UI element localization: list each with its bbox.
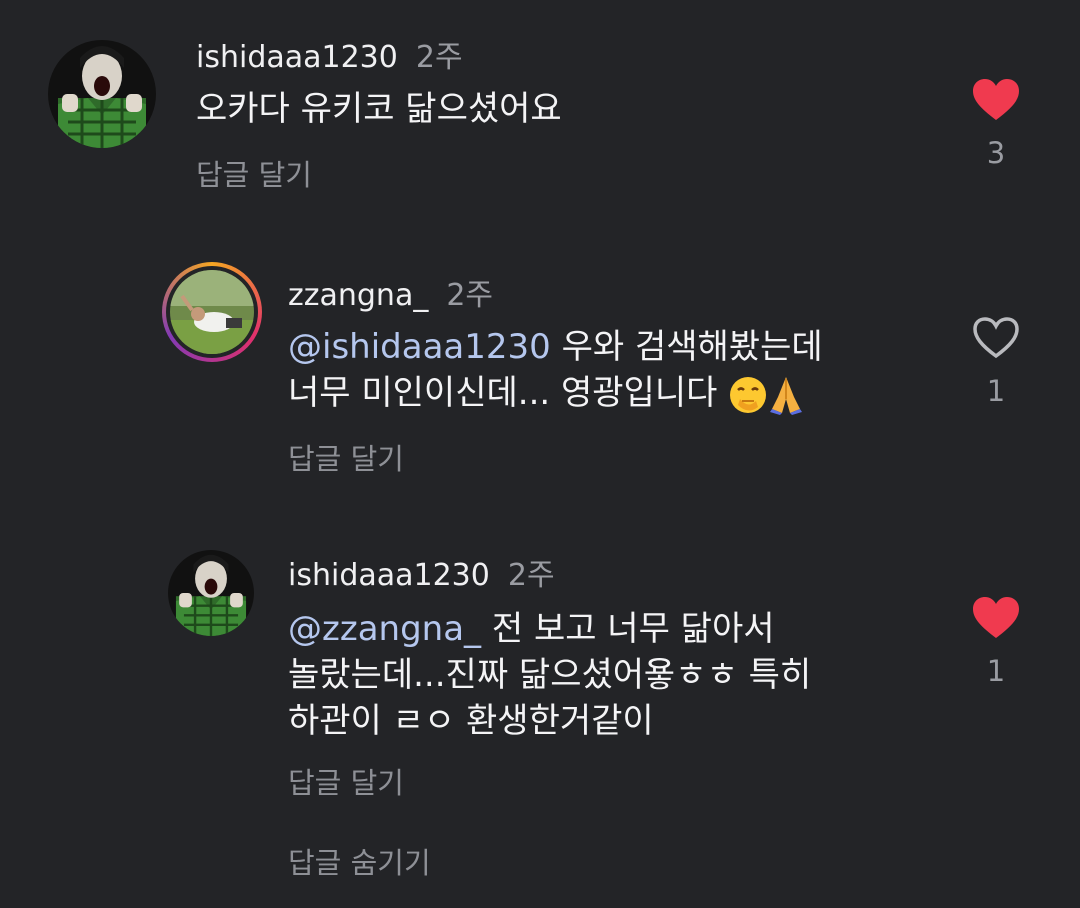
like-count: 3 xyxy=(986,136,1006,170)
photo-avatar-image xyxy=(170,270,254,354)
comment: ishidaaa1230 2주 오카다 유키코 닮으셨어요 답글 달기 3 xyxy=(0,0,1080,200)
comment-text-line: 놀랐는데...진짜 닮으셨어욯ㅎㅎ 특히 xyxy=(288,655,812,695)
timestamp: 2주 xyxy=(446,278,494,313)
reply-button[interactable]: 답글 달기 xyxy=(288,436,404,478)
timestamp: 2주 xyxy=(507,558,555,593)
like-count: 1 xyxy=(986,374,1006,408)
face-with-hand-over-mouth-emoji xyxy=(730,376,767,413)
heart-outline-icon[interactable] xyxy=(972,316,1020,360)
comment-text-line: 오카다 유키코 닮으셨어요 xyxy=(196,89,562,129)
heart-filled-icon[interactable] xyxy=(972,78,1020,122)
avatar[interactable] xyxy=(48,40,156,148)
comment-text: @zzangna_ 전 보고 너무 닮아서 놀랐는데...진짜 닮으셨어욯ㅎㅎ … xyxy=(288,606,811,744)
avatar[interactable] xyxy=(162,262,262,362)
comment-text: @ishidaaa1230 우와 검색해봤는데 너무 미인이신데... 영광입니… xyxy=(288,324,823,416)
heart-filled-icon[interactable] xyxy=(972,596,1020,640)
mention-link[interactable]: @zzangna_ xyxy=(288,609,481,649)
timestamp: 2주 xyxy=(415,40,463,75)
comment-text-line: 하관이 ㄹㅇ 환생한거같이 xyxy=(288,701,654,741)
username[interactable]: zzangna_ xyxy=(288,278,428,313)
comment-text-line: @zzangna_ 전 보고 너무 닮아서 xyxy=(288,609,775,649)
avatar[interactable] xyxy=(168,550,254,636)
like-control: 3 xyxy=(966,78,1026,170)
comment-text: 오카다 유키코 닮으셨어요 xyxy=(196,86,562,132)
reply-button[interactable]: 답글 달기 xyxy=(288,760,404,802)
hide-replies-button[interactable]: 답글 숨기기 xyxy=(288,840,431,882)
manga-avatar-image xyxy=(48,40,156,148)
username[interactable]: ishidaaa1230 xyxy=(288,558,490,593)
comment-meta: ishidaaa1230 2주 xyxy=(288,550,555,594)
reply-button[interactable]: 답글 달기 xyxy=(196,152,312,194)
like-control: 1 xyxy=(966,596,1026,688)
comment-text-line: 너무 미인이신데... 영광입니다 xyxy=(288,370,823,416)
like-count: 1 xyxy=(986,654,1006,688)
like-control: 1 xyxy=(966,316,1026,408)
mention-link[interactable]: @ishidaaa1230 xyxy=(288,327,551,367)
folded-hands-emoji xyxy=(770,376,803,415)
comment-text-line: @ishidaaa1230 우와 검색해봤는데 xyxy=(288,327,823,367)
username[interactable]: ishidaaa1230 xyxy=(196,40,398,75)
comment-meta: zzangna_ 2주 xyxy=(288,270,493,314)
manga-avatar-image xyxy=(168,550,254,636)
comment-meta: ishidaaa1230 2주 xyxy=(196,32,463,76)
